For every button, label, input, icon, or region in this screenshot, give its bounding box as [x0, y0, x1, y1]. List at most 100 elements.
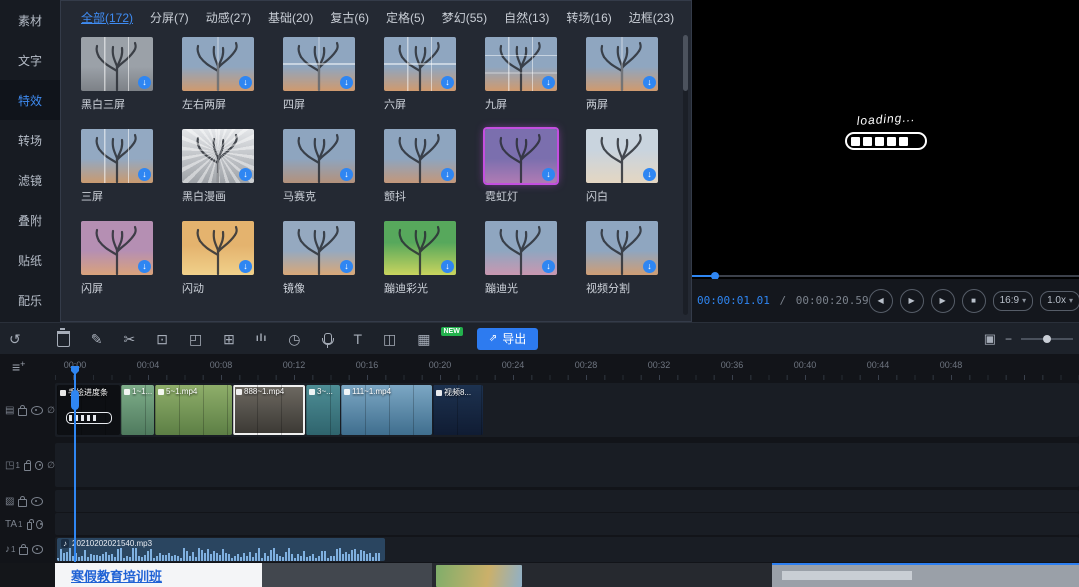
- sidebar-item-effects[interactable]: 特效: [0, 80, 60, 120]
- background-window-fragment[interactable]: [432, 563, 772, 587]
- effect-item[interactable]: ↓ 九屏: [485, 37, 557, 129]
- effect-item[interactable]: ↓ 闪白: [586, 129, 658, 221]
- effect-item[interactable]: ↓ 镜像: [283, 221, 355, 313]
- zoom-slider[interactable]: [1021, 338, 1073, 340]
- sidebar-item-text[interactable]: 文字: [0, 40, 60, 80]
- tab-nature[interactable]: 自然(13): [504, 9, 549, 29]
- effect-item[interactable]: ↓ 颤抖: [384, 129, 456, 221]
- aspect-ratio-select[interactable]: 16:9 ▾: [993, 291, 1033, 311]
- download-icon[interactable]: ↓: [542, 168, 555, 181]
- audio-mixer-icon[interactable]: ılı: [256, 334, 267, 344]
- effect-item[interactable]: ↓ 马赛克: [283, 129, 355, 221]
- track-lane[interactable]: [55, 490, 1079, 512]
- audio-clip[interactable]: ♪ 20210202021540.mp3: [57, 538, 385, 561]
- download-icon[interactable]: ↓: [138, 168, 151, 181]
- scissors-icon[interactable]: ✂: [123, 332, 135, 346]
- trash-icon[interactable]: [57, 331, 70, 347]
- download-icon[interactable]: ↓: [441, 168, 454, 181]
- lock-icon[interactable]: [27, 522, 33, 530]
- effect-item[interactable]: ↓ 蹦迪光: [485, 221, 557, 313]
- effect-item[interactable]: ↓ 六屏: [384, 37, 456, 129]
- tab-dream[interactable]: 梦幻(55): [442, 9, 487, 29]
- background-browser-window[interactable]: 寒假教育培训班: [55, 563, 262, 587]
- timeline-ruler[interactable]: ≡+ 00:0000:0400:0800:1200:1600:2000:2400…: [0, 354, 1079, 380]
- background-window-fragment[interactable]: [262, 563, 432, 587]
- effect-item[interactable]: ↓ 左右两屏: [182, 37, 254, 129]
- tab-all[interactable]: 全部(172): [81, 9, 133, 29]
- effect-item[interactable]: ↓ 闪动: [182, 221, 254, 313]
- download-icon[interactable]: ↓: [542, 260, 555, 273]
- playhead[interactable]: [74, 366, 76, 562]
- timeline-clip[interactable]: 3~...: [306, 385, 340, 435]
- lock-icon[interactable]: [24, 463, 31, 471]
- scrollbar-thumb[interactable]: [683, 35, 688, 91]
- download-icon[interactable]: ↓: [643, 76, 656, 89]
- effect-item[interactable]: ↓ 四屏: [283, 37, 355, 129]
- effects-scrollbar[interactable]: [683, 35, 688, 315]
- undo-icon[interactable]: ↺: [9, 332, 21, 346]
- crop-icon[interactable]: ⊡: [156, 332, 168, 346]
- download-icon[interactable]: ↓: [138, 76, 151, 89]
- tab-border[interactable]: 边框(23): [629, 9, 674, 29]
- effect-item[interactable]: ↓ 黑白漫画: [182, 129, 254, 221]
- download-icon[interactable]: ↓: [340, 260, 353, 273]
- download-icon[interactable]: ↓: [138, 260, 151, 273]
- download-icon[interactable]: ↓: [441, 260, 454, 273]
- download-icon[interactable]: ↓: [441, 76, 454, 89]
- fit-timeline-icon[interactable]: ▣: [984, 331, 996, 347]
- eye-icon[interactable]: [32, 545, 43, 554]
- sidebar-item-overlays[interactable]: 叠附: [0, 200, 60, 240]
- sidebar-item-transitions[interactable]: 转场: [0, 120, 60, 160]
- sidebar-item-music[interactable]: 配乐: [0, 280, 60, 320]
- lock-icon[interactable]: [19, 547, 27, 555]
- tab-dynamic[interactable]: 动感(27): [206, 9, 251, 29]
- next-frame-button[interactable]: ▶: [931, 289, 955, 313]
- eye-icon[interactable]: [31, 497, 43, 506]
- effect-item[interactable]: ↓ 两屏: [586, 37, 658, 129]
- duration-clock-icon[interactable]: ◷: [288, 332, 300, 346]
- download-icon[interactable]: ↓: [643, 168, 656, 181]
- split-screen-icon[interactable]: ⊞: [223, 332, 235, 346]
- canvas-icon[interactable]: ◰: [189, 332, 202, 346]
- mute-icon[interactable]: ∅: [47, 460, 55, 471]
- mosaic-icon[interactable]: ▦: [417, 332, 430, 346]
- effect-item[interactable]: ↓ 蹦迪彩光: [384, 221, 456, 313]
- pip-icon[interactable]: ◫: [383, 332, 396, 346]
- effect-item[interactable]: ↓ 三屏: [81, 129, 153, 221]
- tab-retro[interactable]: 复古(6): [330, 9, 369, 29]
- sidebar-item-media[interactable]: 素材: [0, 0, 60, 40]
- sidebar-item-filters[interactable]: 滤镜: [0, 160, 60, 200]
- tab-freeze[interactable]: 定格(5): [386, 9, 425, 29]
- eye-icon[interactable]: [35, 461, 44, 470]
- playhead-pin[interactable]: [71, 390, 79, 410]
- effect-item[interactable]: ↓ 黑白三屏: [81, 37, 153, 129]
- tab-splitscreen[interactable]: 分屏(7): [150, 9, 189, 29]
- zoom-slider-knob[interactable]: [1043, 335, 1051, 343]
- sidebar-item-stickers[interactable]: 贴纸: [0, 240, 60, 280]
- eye-icon[interactable]: [36, 520, 43, 529]
- text-tool-icon[interactable]: T: [353, 332, 362, 346]
- timeline-clip[interactable]: 1~1...: [121, 385, 154, 435]
- download-icon[interactable]: ↓: [340, 168, 353, 181]
- timeline-clip[interactable]: 手绘进度条: [57, 385, 120, 435]
- microphone-icon[interactable]: [324, 333, 332, 344]
- playback-speed-select[interactable]: 1.0x ▾: [1040, 291, 1079, 311]
- download-icon[interactable]: ↓: [542, 76, 555, 89]
- lock-icon[interactable]: [18, 499, 27, 507]
- tab-basic[interactable]: 基础(20): [268, 9, 313, 29]
- export-button[interactable]: ⇗ 导出: [477, 328, 538, 350]
- download-icon[interactable]: ↓: [239, 76, 252, 89]
- track-lane[interactable]: [55, 513, 1079, 535]
- timeline-clip[interactable]: 888~1.mp4: [233, 385, 305, 435]
- prev-frame-button[interactable]: ◀: [869, 289, 893, 313]
- play-button[interactable]: ▶: [900, 289, 924, 313]
- zoom-out-icon[interactable]: −: [1005, 332, 1012, 346]
- tab-transition[interactable]: 转场(16): [566, 9, 611, 29]
- background-window-fragment[interactable]: [772, 563, 1079, 587]
- add-track-button[interactable]: ≡+: [12, 359, 25, 375]
- effect-item[interactable]: ↓ 霓虹灯: [485, 129, 557, 221]
- stop-button[interactable]: ■: [962, 289, 986, 313]
- timeline-clip[interactable]: 111~1.mp4: [341, 385, 432, 435]
- download-icon[interactable]: ↓: [239, 168, 252, 181]
- edit-icon[interactable]: ✎: [91, 332, 103, 346]
